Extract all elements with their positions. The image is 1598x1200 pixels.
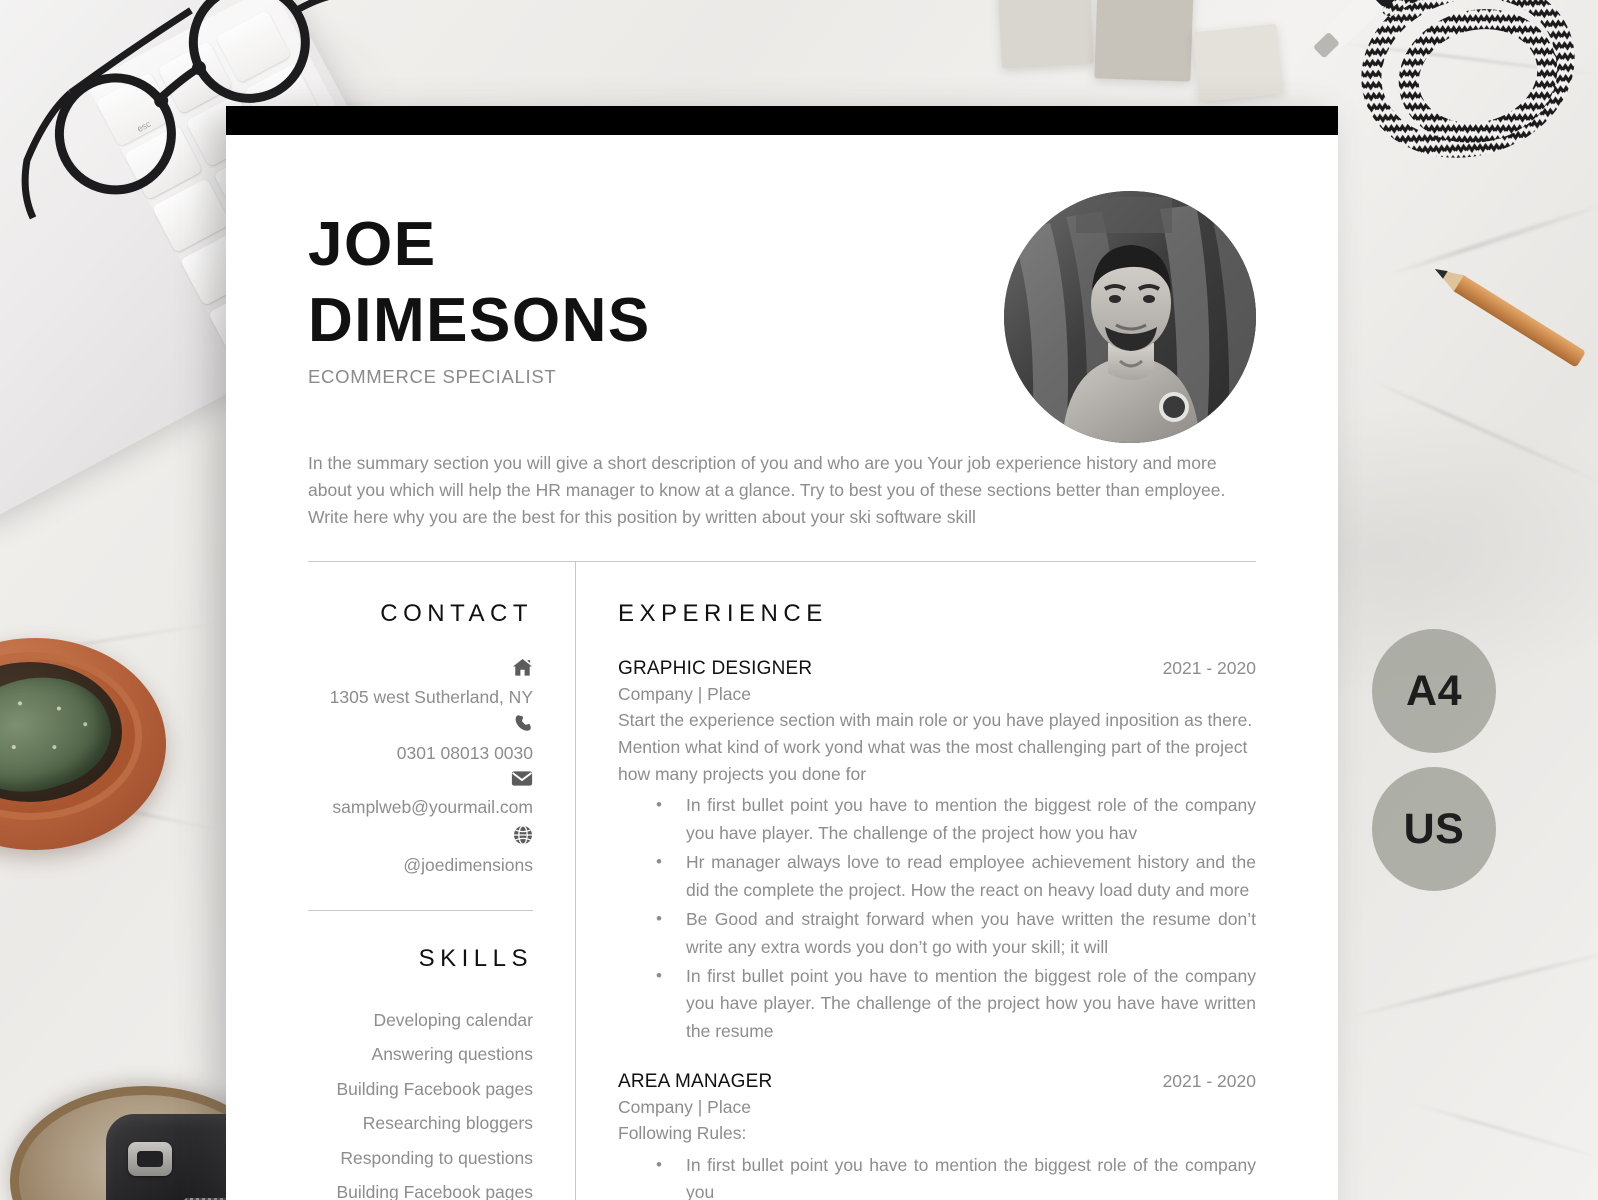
last-name: DIMESONS <box>308 285 651 355</box>
page-content: JOE DIMESONS ECOMMERCE SPECIALIST In the… <box>226 135 1338 1200</box>
globe-icon <box>308 824 533 849</box>
job-bullet: Hr manager always love to read employee … <box>618 849 1256 904</box>
summary-text: In the summary section you will give a s… <box>308 453 1226 527</box>
job-dates: 2021 - 2020 <box>1162 1071 1256 1092</box>
job-role: AREA MANAGER <box>618 1071 773 1093</box>
job-bullet: Be Good and straight forward when you ha… <box>618 906 1256 961</box>
page-top-bar <box>226 106 1338 135</box>
contact-item-web: @joedimensions <box>308 824 533 878</box>
contact-address: 1305 west Sutherland, NY <box>329 686 533 707</box>
contact-skills-divider <box>308 909 533 911</box>
paper-swatch <box>998 0 1094 69</box>
job-company: Company | Place <box>618 683 751 704</box>
contact-heading: CONTACT <box>380 599 533 627</box>
job-description: Start the experience section with main r… <box>618 709 1253 785</box>
skill-item: Developing calendar <box>373 1009 533 1030</box>
job-bullet: In first bullet point you have to mentio… <box>618 792 1256 847</box>
bag-buckle <box>128 1142 172 1176</box>
job-bullet: In first bullet point you have to mentio… <box>618 963 1256 1045</box>
skill-item: Responding to questions <box>340 1147 533 1168</box>
phone-icon <box>308 714 533 737</box>
cactus-in-pot <box>0 600 204 860</box>
skill-item: Building Facebook pages <box>336 1078 533 1099</box>
experience-entry: GRAPHIC DESIGNER 2021 - 2020 Company | P… <box>618 658 1256 1046</box>
contact-email: samplweb@yourmail.com <box>332 797 533 818</box>
job-role: GRAPHIC DESIGNER <box>618 657 813 679</box>
job-header: AREA MANAGER 2021 - 2020 <box>618 1071 1256 1093</box>
resume-columns: CONTACT 1305 west Sutherland, NY 0301 08… <box>308 561 1256 1200</box>
first-name: JOE <box>308 210 437 279</box>
contact-item-email: samplweb@yourmail.com <box>308 770 533 820</box>
experience-heading: EXPERIENCE <box>618 599 828 627</box>
job-bullet: In first bullet point you have to mentio… <box>618 1152 1256 1200</box>
resume-header: JOE DIMESONS ECOMMERCE SPECIALIST <box>308 135 1256 450</box>
job-description: Following Rules: <box>618 1123 747 1144</box>
resume-page: JOE DIMESONS ECOMMERCE SPECIALIST In the… <box>226 106 1338 1200</box>
skills-list: Developing calendar Answering questions … <box>308 1003 533 1200</box>
avatar <box>1004 191 1256 443</box>
contact-phone: 0301 08013 0030 <box>396 743 533 764</box>
size-badge-us: US <box>1372 767 1496 891</box>
right-column: EXPERIENCE GRAPHIC DESIGNER 2021 - 2020 … <box>576 562 1256 1200</box>
desk-scene: esc <box>0 0 1598 1200</box>
envelope-icon <box>308 770 533 791</box>
job-bullet-list: In first bullet point you have to mentio… <box>618 1152 1256 1200</box>
skills-heading: SKILLS <box>418 944 533 972</box>
contact-item-address: 1305 west Sutherland, NY <box>308 658 533 710</box>
name-block: JOE DIMESONS ECOMMERCE SPECIALIST <box>308 207 651 388</box>
home-icon <box>308 658 533 681</box>
size-badge-a4: A4 <box>1372 629 1496 753</box>
skill-item: Answering questions <box>371 1044 533 1065</box>
skill-item: Researching bloggers <box>362 1113 533 1134</box>
paper-swatch <box>1094 0 1194 82</box>
paper-swatch <box>1192 23 1284 103</box>
job-header: GRAPHIC DESIGNER 2021 - 2020 <box>618 658 1256 680</box>
job-bullet-list: In first bullet point you have to mentio… <box>618 792 1256 1045</box>
job-title: ECOMMERCE SPECIALIST <box>308 366 557 388</box>
contact-web: @joedimensions <box>403 854 533 875</box>
contact-item-phone: 0301 08013 0030 <box>308 714 533 766</box>
job-company: Company | Place <box>618 1097 751 1118</box>
left-column: CONTACT 1305 west Sutherland, NY 0301 08… <box>308 561 576 1200</box>
job-dates: 2021 - 2020 <box>1162 657 1256 678</box>
experience-entry: AREA MANAGER 2021 - 2020 Company | Place… <box>618 1071 1256 1200</box>
skill-item: Building Facebook pages <box>336 1182 533 1200</box>
